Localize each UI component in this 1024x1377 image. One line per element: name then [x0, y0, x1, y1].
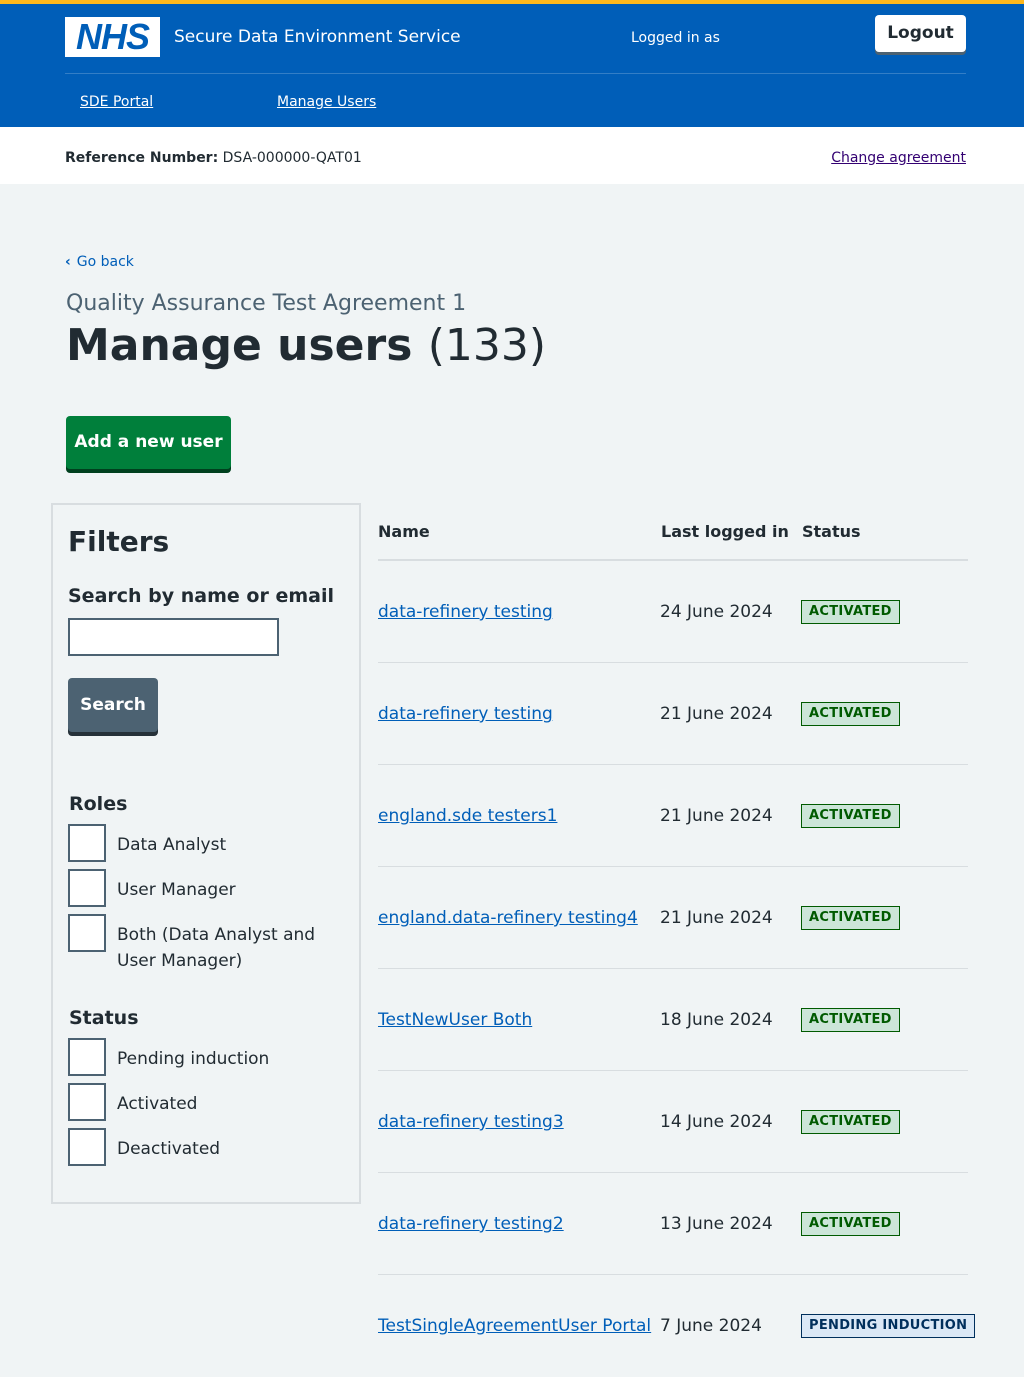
- last-logged-in: 18 June 2024: [660, 1010, 773, 1030]
- page-title-text: Manage users: [66, 320, 413, 371]
- last-logged-in: 24 June 2024: [660, 602, 773, 622]
- search-input[interactable]: [68, 618, 279, 656]
- change-agreement-link[interactable]: Change agreement: [831, 149, 966, 167]
- user-name-link[interactable]: TestSingleAgreementUser Portal: [378, 1315, 651, 1337]
- go-back-link[interactable]: ‹ Go back: [65, 253, 134, 271]
- reference-label: Reference Number:: [65, 150, 219, 166]
- last-logged-in: 14 June 2024: [660, 1112, 773, 1132]
- status-badge: ACTIVATED: [801, 1212, 900, 1236]
- reference-bar: Reference Number: DSA-000000-QAT01 Chang…: [0, 127, 1024, 184]
- checkbox[interactable]: [68, 1083, 106, 1121]
- table-row: england.sde testers1 21 June 2024 ACTIVA…: [378, 765, 968, 867]
- user-name-link[interactable]: data-refinery testing3: [378, 1111, 564, 1133]
- site-header: NHS Secure Data Environment Service Logg…: [0, 4, 1024, 127]
- search-label: Search by name or email: [68, 585, 334, 607]
- status-badge: ACTIVATED: [801, 804, 900, 828]
- status-badge: ACTIVATED: [801, 702, 900, 726]
- user-count: (133): [427, 320, 547, 371]
- column-header-last-logged-in: Last logged in: [661, 522, 789, 541]
- last-logged-in: 7 June 2024: [660, 1316, 762, 1336]
- status-badge: ACTIVATED: [801, 906, 900, 930]
- status-badge: ACTIVATED: [801, 600, 900, 624]
- status-title: Status: [69, 1007, 139, 1029]
- user-name-link[interactable]: england.sde testers1: [378, 805, 557, 827]
- table-row: TestSingleAgreementUser Portal 7 June 20…: [378, 1275, 976, 1377]
- table-row: england.data-refinery testing4 21 June 2…: [378, 867, 968, 969]
- last-logged-in: 21 June 2024: [660, 806, 773, 826]
- column-header-name: Name: [378, 522, 430, 541]
- chevron-left-icon: ‹: [65, 254, 71, 270]
- nav-link-sde-portal[interactable]: SDE Portal: [80, 93, 153, 111]
- last-logged-in: 21 June 2024: [660, 908, 773, 928]
- last-logged-in: 21 June 2024: [660, 704, 773, 724]
- checkbox[interactable]: [68, 869, 106, 907]
- checkbox[interactable]: [68, 1038, 106, 1076]
- status-badge: ACTIVATED: [801, 1008, 900, 1032]
- checkbox-label: Data Analyst: [117, 835, 227, 855]
- nav-link-manage-users[interactable]: Manage Users: [277, 93, 376, 111]
- user-name-link[interactable]: england.data-refinery testing4: [378, 907, 638, 929]
- checkbox[interactable]: [68, 914, 106, 952]
- service-name[interactable]: Secure Data Environment Service: [174, 26, 461, 48]
- checkbox-label: Pending induction: [117, 1049, 270, 1069]
- reference-value: DSA-000000-QAT01: [222, 150, 362, 166]
- table-row: data-refinery testing 21 June 2024 ACTIV…: [378, 663, 968, 765]
- status-badge: PENDING INDUCTION: [801, 1314, 976, 1338]
- user-name-link[interactable]: data-refinery testing: [378, 601, 553, 623]
- roles-title: Roles: [69, 793, 128, 815]
- table-row: data-refinery testing3 14 June 2024 ACTI…: [378, 1071, 968, 1173]
- checkbox[interactable]: [68, 1128, 106, 1166]
- checkbox-label: User Manager: [117, 880, 236, 900]
- column-header-status: Status: [802, 522, 861, 541]
- last-logged-in: 13 June 2024: [660, 1214, 773, 1234]
- table-row: data-refinery testing2 13 June 2024 ACTI…: [378, 1173, 968, 1275]
- reference-number: Reference Number: DSA-000000-QAT01: [65, 149, 362, 167]
- checkbox-label: Activated: [117, 1094, 198, 1114]
- logged-in-label: Logged in as: [631, 30, 720, 46]
- table-row: data-refinery testing 24 June 2024 ACTIV…: [378, 561, 968, 663]
- page-title: Manage users (133): [66, 318, 546, 374]
- go-back-label: Go back: [76, 254, 134, 270]
- user-name-link[interactable]: data-refinery testing: [378, 703, 553, 725]
- agreement-caption: Quality Assurance Test Agreement 1: [66, 291, 467, 316]
- checkbox[interactable]: [68, 824, 106, 862]
- add-new-user-button[interactable]: Add a new user: [66, 416, 231, 469]
- header-divider: [65, 73, 966, 74]
- checkbox-label: Deactivated: [117, 1139, 221, 1159]
- table-row: TestNewUser Both 18 June 2024 ACTIVATED: [378, 969, 968, 1071]
- logout-button[interactable]: Logout: [875, 15, 966, 52]
- filters-panel: Filters Search by name or email Search R…: [51, 503, 361, 1204]
- nhs-logo[interactable]: NHS: [65, 17, 160, 57]
- status-badge: ACTIVATED: [801, 1110, 900, 1134]
- user-name-link[interactable]: data-refinery testing2: [378, 1213, 564, 1235]
- checkbox-label: Both (Data Analyst and User Manager): [117, 925, 316, 971]
- user-name-link[interactable]: TestNewUser Both: [378, 1009, 532, 1031]
- filters-title: Filters: [68, 525, 170, 558]
- search-button[interactable]: Search: [68, 678, 158, 732]
